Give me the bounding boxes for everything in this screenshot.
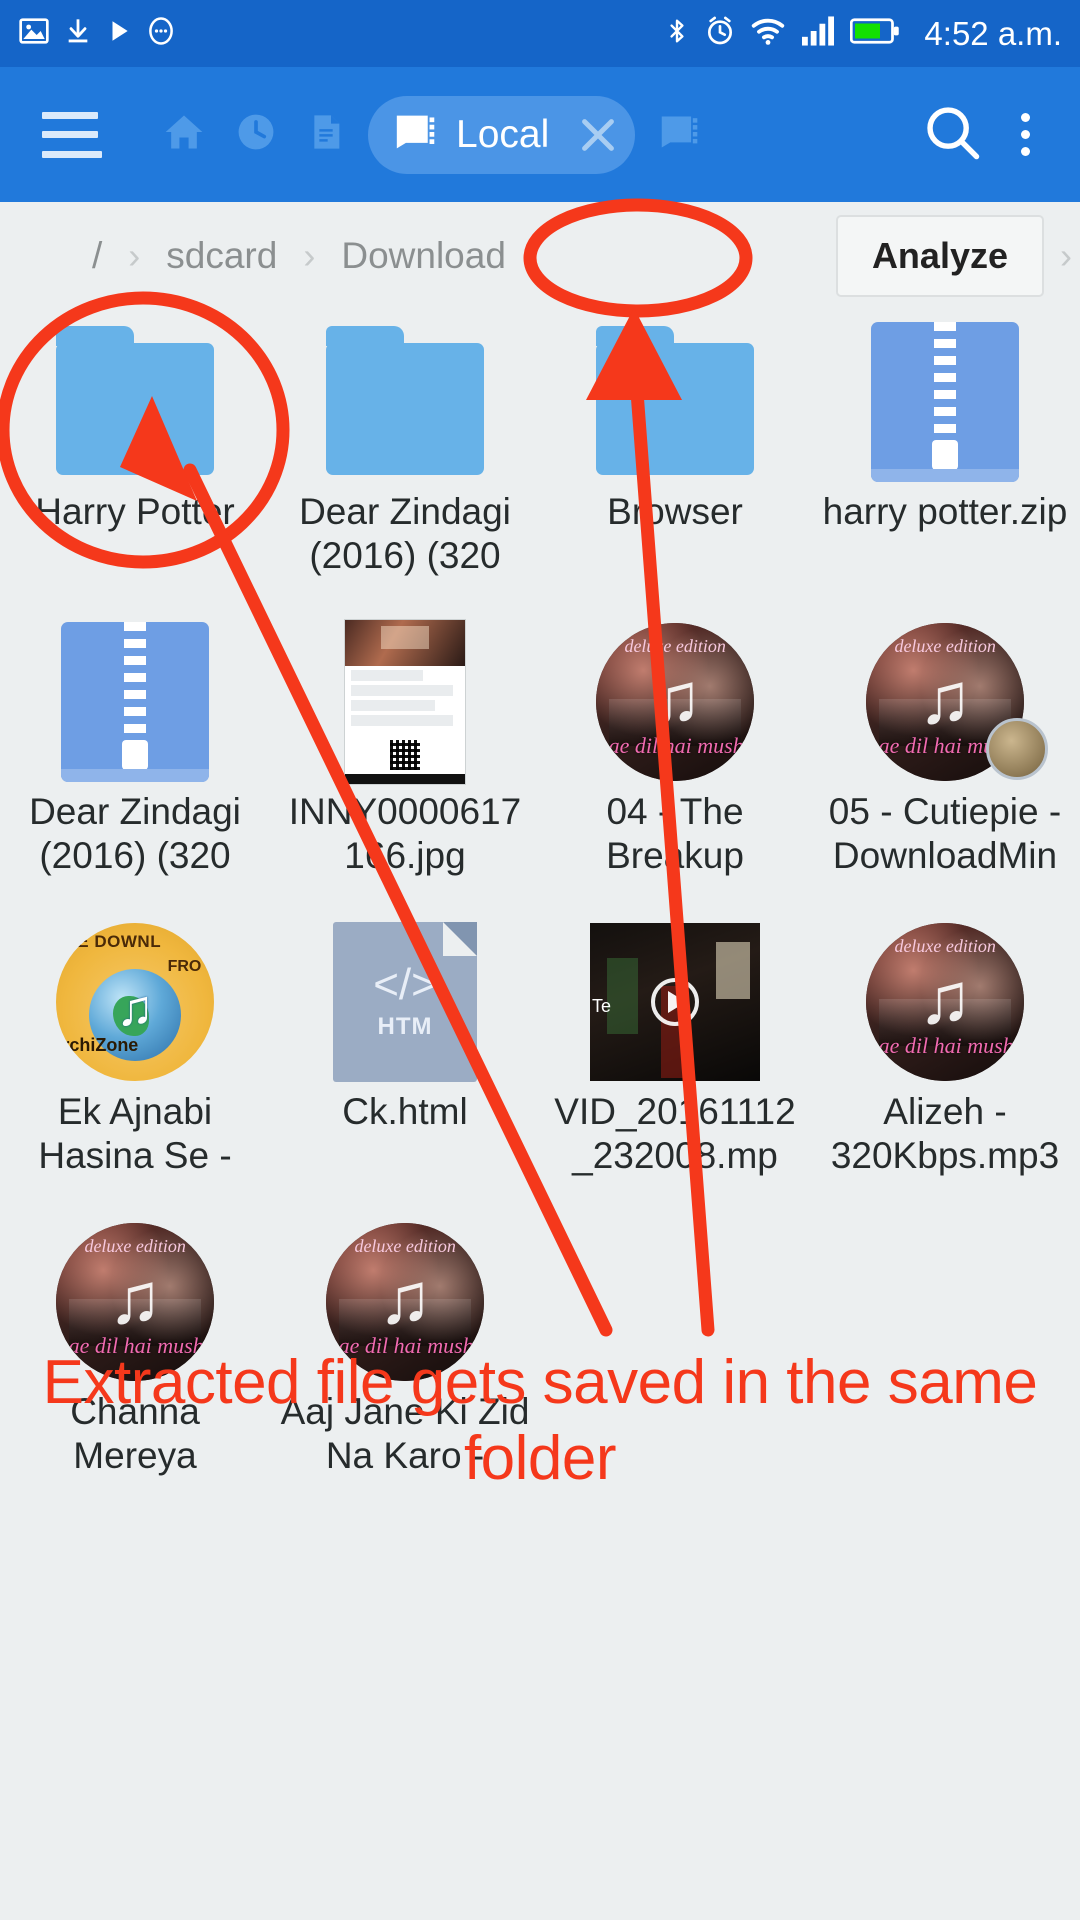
chevron-right-icon: ›	[303, 235, 316, 276]
file-thumbnail	[590, 322, 760, 482]
file-grid: Harry Potter Dear Zindagi (2016) (320 Br…	[0, 310, 1080, 1510]
analyze-button[interactable]: Analyze	[835, 215, 1044, 297]
app-toolbar: Local	[0, 67, 1080, 202]
file-thumbnail	[50, 622, 220, 782]
file-thumbnail	[320, 322, 490, 482]
zip-icon	[871, 322, 1019, 482]
file-thumbnail	[320, 619, 490, 785]
breadcrumb-item-download[interactable]: Download	[341, 235, 506, 277]
status-bar: 4:52 a.m.	[0, 0, 1080, 67]
html-file-icon: </> HTM	[333, 922, 477, 1082]
chevron-right-icon: ›	[1060, 235, 1072, 276]
zip-icon	[61, 622, 209, 782]
video-thumbnail: Te	[590, 923, 760, 1081]
sdcard-icon	[392, 112, 438, 157]
file-name: VID_20161112_232008.mp	[554, 1091, 796, 1176]
file-thumbnail: deluxe edition ♫ ae dil hai mushkil	[860, 622, 1048, 782]
video-overlay-text: Te	[592, 995, 612, 1016]
breadcrumb-item-sdcard[interactable]: sdcard	[166, 235, 277, 277]
tab-local-label: Local	[456, 112, 550, 156]
file-item[interactable]: Harry Potter	[0, 310, 270, 610]
overlay-badge-icon	[986, 718, 1048, 780]
file-name: INNY0000617166.jpg	[288, 791, 522, 876]
file-item[interactable]: harry potter.zip	[810, 310, 1080, 610]
close-icon[interactable]	[567, 104, 629, 166]
tab-local[interactable]: Local	[368, 95, 636, 174]
file-name: Ek Ajnabi Hasina Se -	[38, 1091, 232, 1176]
hamburger-menu-icon[interactable]	[42, 111, 102, 158]
file-name: Alizeh - 320Kbps.mp3	[830, 1091, 1060, 1176]
image-thumbnail	[344, 619, 466, 785]
status-bar-clock: 4:52 a.m.	[924, 14, 1062, 52]
analyze-area: Analyze ›	[835, 215, 1080, 297]
album-art: deluxe edition ♫ ae dil hai mushkil	[596, 623, 754, 781]
album-art: deluxe edition ♫ ae dil hai mushkil	[866, 923, 1024, 1081]
file-thumbnail: </> HTM	[320, 922, 490, 1082]
folder-icon	[596, 326, 754, 475]
file-name: 05 - Cutiepie - DownloadMin	[828, 791, 1062, 876]
file-thumbnail: EE DOWNL FRO ♫ rchiZone	[50, 922, 220, 1082]
file-item[interactable]: Dear Zindagi (2016) (320	[270, 310, 540, 610]
file-item[interactable]: Dear Zindagi (2016) (320	[0, 610, 270, 910]
wifi-icon	[750, 16, 786, 51]
file-thumbnail	[860, 322, 1030, 482]
new-tab-sdcard-icon[interactable]	[657, 113, 701, 156]
play-icon	[106, 15, 132, 52]
bluetooth-icon	[664, 14, 690, 53]
home-icon[interactable]	[162, 110, 206, 159]
alarm-icon	[704, 14, 736, 53]
breadcrumb-bar: / › sdcard › Download Analyze ›	[0, 202, 1080, 310]
battery-icon	[850, 16, 900, 51]
recent-clock-icon[interactable]	[234, 110, 278, 159]
image-icon	[18, 15, 50, 52]
file-thumbnail	[50, 322, 220, 482]
play-icon	[651, 978, 699, 1026]
signal-icon	[800, 15, 836, 52]
globe-mp3-icon: EE DOWNL FRO ♫ rchiZone	[56, 923, 214, 1081]
file-item[interactable]: deluxe edition ♫ ae dil hai mushkil Aliz…	[810, 910, 1080, 1210]
annotation-text: Extracted file gets saved in the same fo…	[42, 1348, 1038, 1493]
html-ext-label: HTM	[377, 1013, 433, 1040]
download-icon	[64, 15, 92, 52]
toolbar-actions	[921, 101, 1080, 168]
html-glyph: </>	[373, 960, 437, 1009]
status-bar-right-icons: 4:52 a.m.	[664, 14, 1062, 53]
breadcrumb: / › sdcard › Download	[92, 235, 506, 277]
file-name: Dear Zindagi (2016) (320	[299, 491, 511, 576]
file-name: Dear Zindagi (2016) (320	[29, 791, 241, 876]
screen-root: 4:52 a.m. Local / › sdcard › Download An…	[0, 0, 1080, 1920]
file-thumbnail: Te	[590, 922, 760, 1082]
file-name: harry potter.zip	[822, 491, 1068, 532]
file-name: Browser	[607, 491, 743, 532]
file-name: 04 - The Breakup	[606, 791, 744, 876]
chevron-right-icon: ›	[128, 235, 141, 276]
search-icon[interactable]	[921, 101, 983, 168]
file-name: Ck.html	[342, 1091, 468, 1132]
file-thumbnail: deluxe edition ♫ ae dil hai mushkil	[860, 922, 1030, 1082]
folder-icon	[326, 326, 484, 475]
file-item[interactable]: Te VID_20161112_232008.mp	[540, 910, 810, 1210]
more-circle-icon	[146, 15, 176, 52]
file-item[interactable]: Browser	[540, 310, 810, 610]
file-item[interactable]: deluxe edition ♫ ae dil hai mushkil 05 -…	[810, 610, 1080, 910]
file-item[interactable]: EE DOWNL FRO ♫ rchiZone Ek Ajnabi Hasina…	[0, 910, 270, 1210]
status-bar-left-icons	[18, 15, 176, 52]
file-item[interactable]: </> HTM Ck.html	[270, 910, 540, 1210]
file-item[interactable]: deluxe edition ♫ ae dil hai mushkil 04 -…	[540, 610, 810, 910]
folder-icon	[56, 326, 214, 475]
file-item[interactable]: INNY0000617166.jpg	[270, 610, 540, 910]
toolbar-nav-icons	[162, 110, 346, 159]
file-name: Harry Potter	[35, 491, 235, 532]
file-thumbnail: deluxe edition ♫ ae dil hai mushkil	[590, 622, 760, 782]
breadcrumb-item-root[interactable]: /	[92, 235, 102, 277]
overflow-menu-icon[interactable]	[1005, 105, 1046, 164]
notes-icon[interactable]	[306, 110, 346, 159]
